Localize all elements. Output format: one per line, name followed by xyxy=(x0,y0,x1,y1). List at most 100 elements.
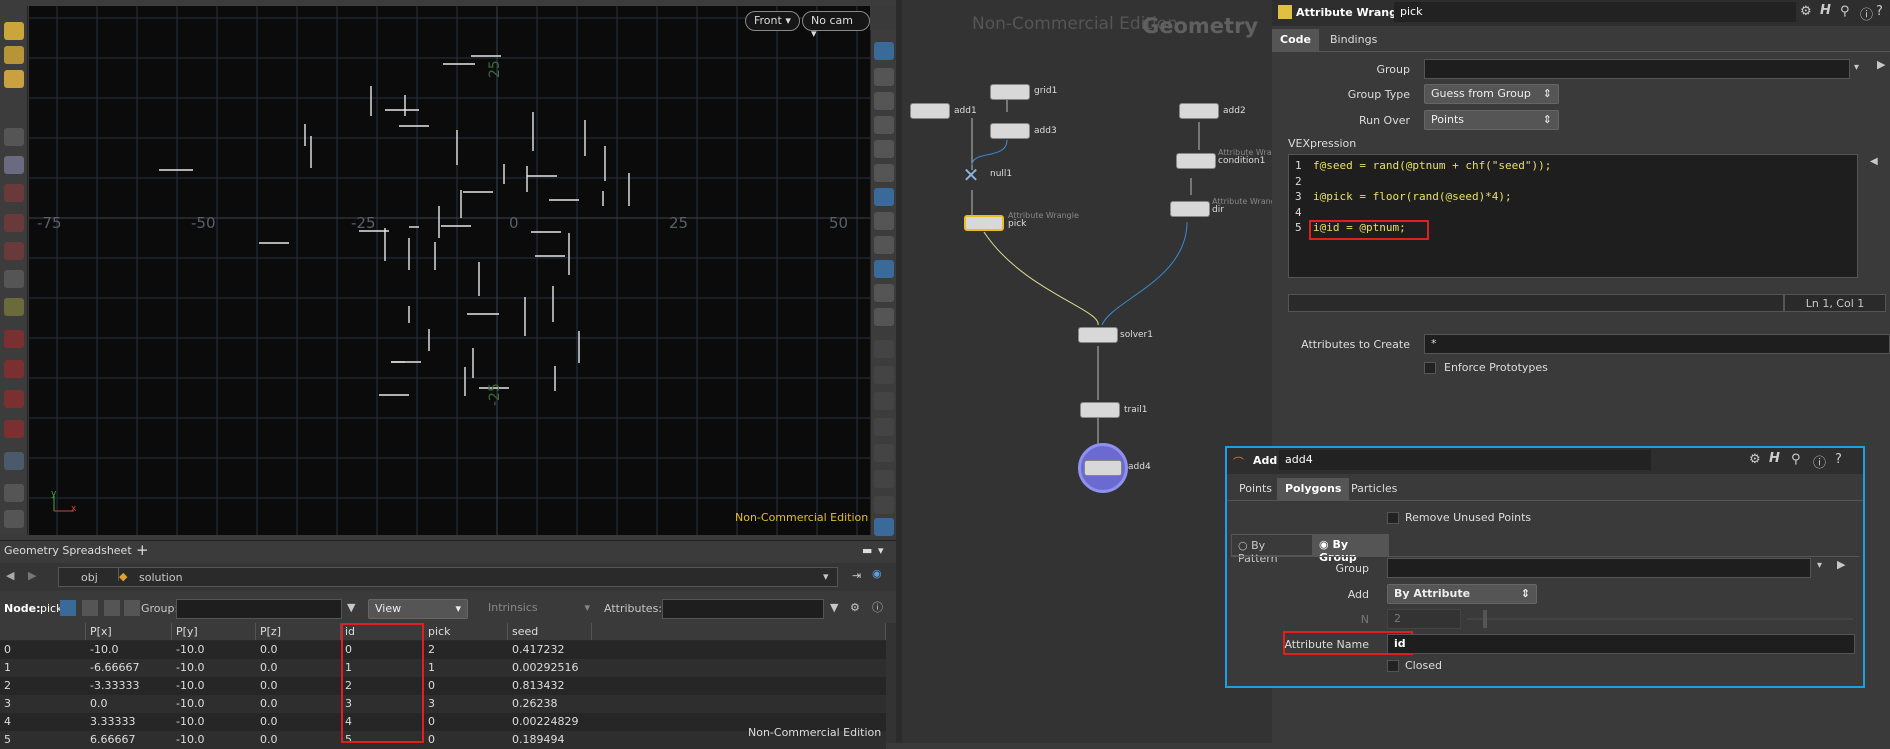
scene-viewport[interactable]: -75 -50 -25 0 25 50 25 -25 Front ▾ No cam ▾ Non… xyxy=(29,6,870,535)
vex-code-editor[interactable]: 1 f@seed = rand(@ptnum + chf("seed")); 2 3 i… xyxy=(1288,154,1858,278)
handle-tool-icon[interactable] xyxy=(4,270,24,288)
add-name-field[interactable]: add4 xyxy=(1279,450,1651,470)
n-slider[interactable] xyxy=(1467,618,1853,620)
help-icon[interactable]: ? xyxy=(1876,4,1883,19)
attr-name-field[interactable]: id xyxy=(1387,634,1855,654)
run-over-dropdown[interactable]: Points ⇕ xyxy=(1424,110,1559,130)
camera-view-dropdown[interactable]: Front ▾ xyxy=(745,11,800,31)
pose-tool-icon[interactable] xyxy=(4,298,24,316)
n-field[interactable]: 2 xyxy=(1387,609,1461,629)
ghost-icon[interactable] xyxy=(874,68,894,86)
network-editor[interactable]: Non-Commercial Edition Geometry add1 gri… xyxy=(902,0,1272,743)
tab-polygons[interactable]: Polygons xyxy=(1277,478,1350,500)
select-tool-icon[interactable] xyxy=(4,128,24,146)
add-group-field[interactable] xyxy=(1387,558,1811,578)
help-icon[interactable]: ⓘ xyxy=(872,599,883,615)
path-obj[interactable]: obj xyxy=(81,571,98,584)
column-header[interactable]: pick xyxy=(424,623,508,640)
node-condition1[interactable] xyxy=(1176,153,1216,169)
help-icon[interactable]: ? xyxy=(1835,452,1842,467)
camera-select-dropdown[interactable]: No cam ▾ xyxy=(802,11,870,40)
forward-arrow-icon[interactable]: ▶ xyxy=(28,569,36,582)
normal-display-icon[interactable] xyxy=(874,366,894,384)
select-arrow-icon[interactable]: ▶ xyxy=(1877,58,1885,71)
points-mode-icon[interactable] xyxy=(60,600,76,616)
by-group-tab[interactable]: ◉ By Group xyxy=(1313,534,1389,564)
magnet-icon[interactable] xyxy=(4,420,24,438)
info-icon[interactable]: ⓘ xyxy=(1813,452,1826,471)
move-tool-icon[interactable] xyxy=(4,184,24,202)
scale-tool-icon[interactable] xyxy=(4,242,24,260)
node-add2[interactable] xyxy=(1179,103,1219,119)
lock-icon[interactable] xyxy=(4,156,24,174)
code-line-text[interactable]: i@pick = floor(rand(@seed)*4); xyxy=(1313,190,1512,203)
closed-checkbox[interactable] xyxy=(1387,660,1399,672)
add-tab-icon[interactable]: + xyxy=(136,541,149,559)
rotate-tool-icon[interactable] xyxy=(4,214,24,232)
node-add4[interactable] xyxy=(1084,460,1122,476)
path-node[interactable]: solution xyxy=(139,571,183,584)
attr-filter-icon[interactable]: ▼ xyxy=(830,601,838,614)
attributes-filter-input[interactable] xyxy=(662,599,824,619)
column-header[interactable]: P[x] xyxy=(86,623,172,640)
vector-display-icon[interactable] xyxy=(874,392,894,410)
intrinsics-dropdown[interactable]: Intrinsics ▾ xyxy=(480,599,598,619)
close-icon[interactable] xyxy=(874,116,894,134)
code-scroll-arrow-icon[interactable]: ◀ xyxy=(1870,156,1878,167)
paint-tool-icon[interactable] xyxy=(4,46,24,64)
help-h-icon[interactable]: H xyxy=(1769,451,1780,466)
gear-icon[interactable]: ⚙ xyxy=(1749,452,1761,467)
spreadsheet-tab[interactable]: Geometry Spreadsheet xyxy=(4,544,132,557)
wireframe-icon[interactable] xyxy=(874,164,894,182)
link-icon[interactable]: ◉ xyxy=(872,567,882,580)
snap-grid-icon[interactable] xyxy=(4,330,24,348)
remove-unused-checkbox[interactable] xyxy=(1387,512,1399,524)
detail-mode-icon[interactable] xyxy=(124,600,140,616)
tab-points[interactable]: Points xyxy=(1231,478,1280,500)
edge-display-icon[interactable] xyxy=(874,496,894,514)
filter-icon[interactable]: ▼ xyxy=(347,601,355,614)
skull-icon[interactable] xyxy=(874,236,894,254)
eye-icon[interactable] xyxy=(874,284,894,302)
snapshot-icon[interactable] xyxy=(874,518,894,536)
table-row[interactable]: 0 -10.0 -10.0 0.0 0 2 0.417232 xyxy=(0,641,886,659)
help-h-icon[interactable]: H xyxy=(1820,3,1831,18)
bulb-icon[interactable] xyxy=(874,212,894,230)
node-dir[interactable] xyxy=(1170,201,1210,217)
path-dropdown-icon[interactable]: ▾ xyxy=(823,570,829,583)
gear-icon[interactable]: ⚙ xyxy=(1800,4,1812,19)
node-grid1[interactable] xyxy=(990,84,1030,100)
point-number-icon[interactable] xyxy=(874,418,894,436)
node-pick[interactable] xyxy=(964,215,1004,231)
prim-number-icon[interactable] xyxy=(874,470,894,488)
point-display-icon[interactable] xyxy=(874,340,894,358)
code-line-text[interactable]: f@seed = rand(@ptnum + chf("seed")); xyxy=(1313,159,1551,172)
column-header[interactable]: seed xyxy=(508,623,592,640)
search-icon[interactable]: ⚲ xyxy=(1840,4,1850,19)
group-type-dropdown[interactable]: Guess from Group ⇕ xyxy=(1424,84,1559,104)
view-dropdown[interactable]: View ▾ xyxy=(368,599,468,619)
texture-icon[interactable] xyxy=(874,260,894,278)
tab-bindings[interactable]: Bindings xyxy=(1322,29,1385,51)
vertices-mode-icon[interactable] xyxy=(82,600,98,616)
n-slider-handle[interactable] xyxy=(1483,610,1487,628)
table-row[interactable]: 1 -6.66667 -10.0 0.0 1 1 0.00292516 xyxy=(0,659,886,677)
wrangle-name-field[interactable]: pick xyxy=(1394,2,1796,22)
snap-prim-icon[interactable] xyxy=(4,360,24,378)
column-header[interactable] xyxy=(0,623,86,640)
camera-tool-icon[interactable] xyxy=(4,484,24,502)
attrs-create-field[interactable]: * xyxy=(1424,334,1890,354)
path-field[interactable]: obj │ ◆ solution ▾ xyxy=(58,567,838,587)
lock-camera-icon[interactable] xyxy=(874,92,894,110)
table-row[interactable]: 2 -3.33333 -10.0 0.0 2 0 0.813432 xyxy=(0,677,886,695)
node-add3[interactable] xyxy=(990,123,1030,139)
table-scrollbar[interactable] xyxy=(886,623,896,743)
sculpt-tool-icon[interactable] xyxy=(4,70,24,88)
node-trail1[interactable] xyxy=(1080,402,1120,418)
pane-options-icon[interactable]: ▾ xyxy=(878,544,884,557)
pane-menu-icon[interactable]: ▬ xyxy=(862,544,872,557)
node-solver1[interactable] xyxy=(1078,327,1118,343)
settings-gear-icon[interactable]: ⚙ xyxy=(850,601,860,614)
node-null1[interactable]: ✕ xyxy=(956,164,986,186)
group-dropdown-icon[interactable]: ▾ xyxy=(1854,62,1859,73)
